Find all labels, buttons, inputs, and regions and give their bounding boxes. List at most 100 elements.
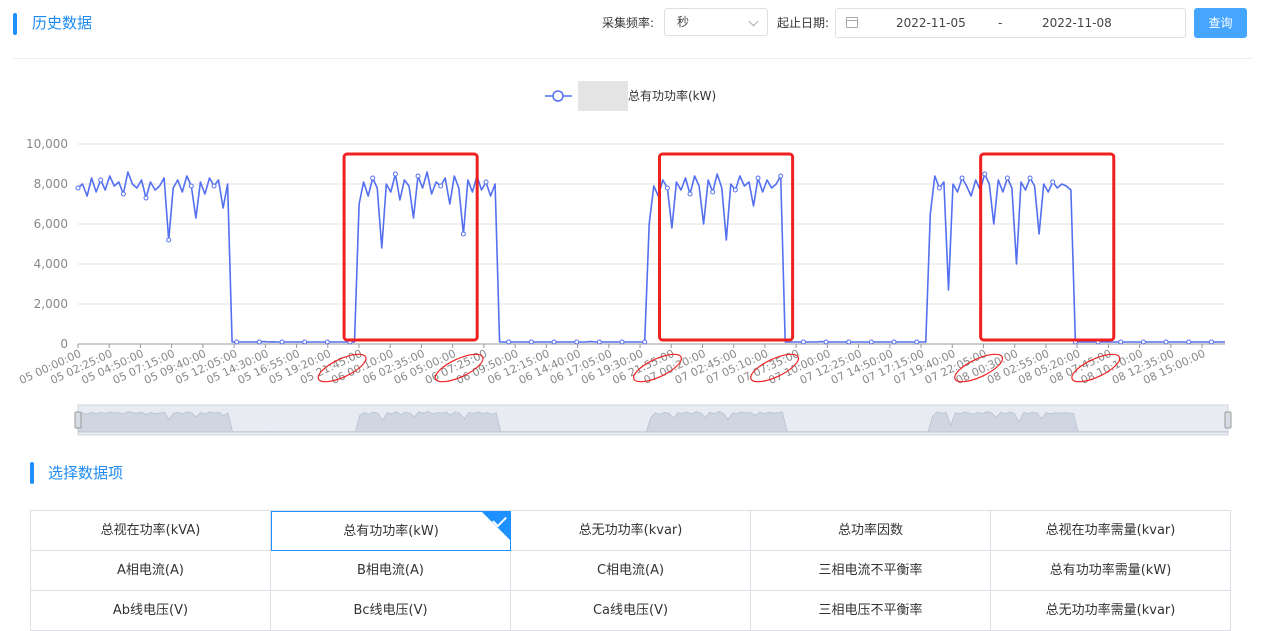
data-item-label: B相电流(A) (357, 563, 424, 578)
power-line-chart[interactable]: 总有功功率(kW) 0 2,000 4,000 6,000 8,000 10,000 05… (0, 70, 1265, 440)
data-point (800, 339, 806, 345)
data-point (483, 179, 489, 185)
date-start-input[interactable]: 2022-11-05 (896, 9, 966, 37)
data-item-label: 总有功功率需量(kW) (1049, 563, 1172, 578)
data-point (642, 339, 648, 345)
data-item-label: 总无功功率(kvar) (578, 523, 683, 538)
data-point (732, 187, 738, 193)
data-point (982, 171, 988, 177)
data-item-option[interactable]: 三相电压不平衡率 (751, 591, 991, 631)
data-item-option[interactable]: 总功率因数 (751, 511, 991, 551)
data-item-option[interactable]: Ca线电压(V) (511, 591, 751, 631)
data-item-label: 三相电流不平衡率 (818, 563, 923, 578)
query-button[interactable]: 查询 (1194, 8, 1247, 38)
data-point (1050, 179, 1056, 185)
data-item-row: A相电流(A) B相电流(A) C相电流(A) 三相电流不平衡率 总有功功率需量(kW) (31, 551, 1231, 591)
zoom-handle-left[interactable] (74, 411, 82, 429)
data-point (98, 177, 104, 183)
data-point (528, 339, 534, 345)
data-point (914, 339, 920, 345)
data-item-row: 总视在功率(kVA) 总有功功率(kW) 总无功功率(kvar) 总功率因数 总视在功率… (31, 511, 1231, 551)
date-range-picker[interactable]: 2022-11-05 - 2022-11-08 (835, 8, 1186, 38)
data-item-option[interactable]: 总有功功率需量(kW) (991, 551, 1231, 591)
data-point (868, 339, 874, 345)
data-point (1140, 339, 1146, 345)
data-item-option[interactable]: Ab线电压(V) (31, 591, 271, 631)
data-point (596, 339, 602, 345)
legend-marker-icon (552, 90, 564, 102)
legend-blurred-block (578, 81, 628, 111)
data-item-option[interactable]: B相电流(A) (271, 551, 511, 591)
series-line (77, 171, 1225, 343)
data-point (1163, 339, 1169, 345)
data-point (256, 339, 262, 345)
data-point (460, 231, 466, 237)
data-point (370, 175, 376, 181)
section-title: 选择数据项 (48, 464, 124, 482)
data-item-option[interactable]: 三相电流不平衡率 (751, 551, 991, 591)
chevron-down-icon (748, 16, 759, 27)
freq-select-value: 秒 (677, 15, 690, 29)
data-point (936, 185, 942, 191)
data-point (166, 237, 172, 243)
y-tick-label: 8,000 (34, 177, 68, 191)
data-point (234, 339, 240, 345)
data-item-label: 总无功功率需量(kvar) (1045, 603, 1176, 618)
check-icon (481, 511, 511, 541)
data-point (823, 339, 829, 345)
y-tick-label: 6,000 (34, 217, 68, 231)
date-end-input[interactable]: 2022-11-08 (1042, 9, 1112, 37)
data-item-label: Ab线电压(V) (112, 603, 189, 618)
legend-series-label: 总有功功率(kW) (628, 88, 716, 103)
data-point (324, 339, 330, 345)
x-axis: 05 00:00:0005 02:25:0005 04:50:0005 07:1… (17, 344, 1207, 387)
data-item-label: 总功率因数 (837, 523, 903, 538)
data-item-option[interactable]: 总无功功率需量(kvar) (991, 591, 1231, 631)
data-point (619, 339, 625, 345)
data-point (188, 183, 194, 189)
data-point (1004, 175, 1010, 181)
data-point (211, 183, 217, 189)
data-item-option[interactable]: Bc线电压(V) (271, 591, 511, 631)
data-item-label: 三相电压不平衡率 (818, 603, 923, 618)
data-item-label: C相电流(A) (596, 563, 665, 578)
chart-legend[interactable]: 总有功功率(kW) (545, 81, 716, 111)
page-title: 历史数据 (32, 14, 93, 32)
data-item-option[interactable]: 总无功功率(kvar) (511, 511, 751, 551)
y-tick-label: 0 (60, 337, 68, 351)
data-point (710, 189, 716, 195)
highlight-box (979, 152, 1116, 342)
zoom-slider[interactable] (74, 404, 1232, 436)
data-point (959, 175, 965, 181)
header-divider (13, 58, 1252, 59)
data-point (778, 173, 784, 179)
data-item-option[interactable]: C相电流(A) (511, 551, 751, 591)
data-point (392, 171, 398, 177)
data-item-label: Ca线电压(V) (592, 603, 669, 618)
data-point (1027, 175, 1033, 181)
y-tick-label: 4,000 (34, 257, 68, 271)
data-item-label: 总视在功率(kVA) (100, 523, 201, 538)
data-point (302, 339, 308, 345)
data-item-option[interactable]: 总有功功率(kW) (271, 511, 511, 551)
date-label: 起止日期: (777, 16, 830, 30)
data-point (846, 339, 852, 345)
data-item-option[interactable]: 总视在功率需量(kvar) (991, 511, 1231, 551)
data-item-label: 总视在功率需量(kvar) (1045, 523, 1176, 538)
y-axis: 0 2,000 4,000 6,000 8,000 10,000 (26, 137, 1225, 351)
data-item-label: 总有功功率(kW) (343, 524, 439, 539)
freq-select[interactable]: 秒 (664, 8, 768, 36)
data-point (75, 185, 81, 191)
data-point (279, 339, 285, 345)
data-point (891, 339, 897, 345)
data-item-label: A相电流(A) (117, 563, 184, 578)
y-tick-label: 10,000 (26, 137, 68, 151)
data-point (143, 195, 149, 201)
data-point (415, 173, 421, 179)
header-accent-bar (13, 13, 17, 35)
zoom-handle-right[interactable] (1224, 411, 1232, 429)
data-item-option[interactable]: A相电流(A) (31, 551, 271, 591)
data-item-option[interactable]: 总视在功率(kVA) (31, 511, 271, 551)
data-point (755, 175, 761, 181)
data-point (574, 339, 580, 345)
